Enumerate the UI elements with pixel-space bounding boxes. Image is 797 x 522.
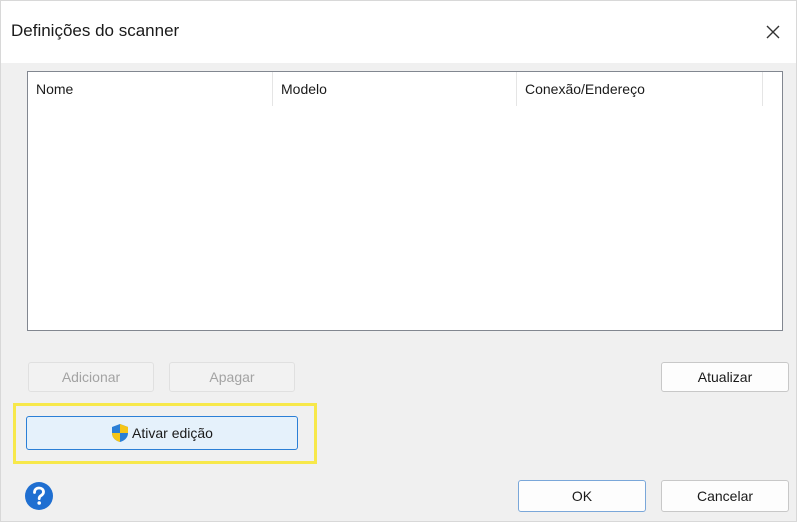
enable-edit-button[interactable]: Ativar edição xyxy=(26,416,298,450)
cancel-button[interactable]: Cancelar xyxy=(661,480,789,512)
column-header-connection[interactable]: Conexão/Endereço xyxy=(517,72,763,106)
close-icon xyxy=(766,25,780,39)
window-title: Definições do scanner xyxy=(11,21,180,40)
close-button[interactable] xyxy=(756,15,790,49)
delete-button[interactable]: Apagar xyxy=(169,362,295,392)
help-icon[interactable] xyxy=(24,481,54,511)
uac-shield-icon xyxy=(111,423,129,443)
ok-button[interactable]: OK xyxy=(518,480,646,512)
enable-edit-label: Ativar edição xyxy=(132,425,213,441)
column-header-name[interactable]: Nome xyxy=(28,72,273,106)
list-header: Nome Modelo Conexão/Endereço xyxy=(28,72,782,106)
title-bar: Definições do scanner xyxy=(1,1,796,63)
column-header-empty xyxy=(763,72,782,106)
column-header-model[interactable]: Modelo xyxy=(273,72,517,106)
refresh-button[interactable]: Atualizar xyxy=(661,362,789,392)
scanner-list[interactable]: Nome Modelo Conexão/Endereço xyxy=(27,71,783,331)
scanner-settings-dialog: Definições do scanner Nome Modelo Conexã… xyxy=(0,0,797,522)
add-button[interactable]: Adicionar xyxy=(28,362,154,392)
